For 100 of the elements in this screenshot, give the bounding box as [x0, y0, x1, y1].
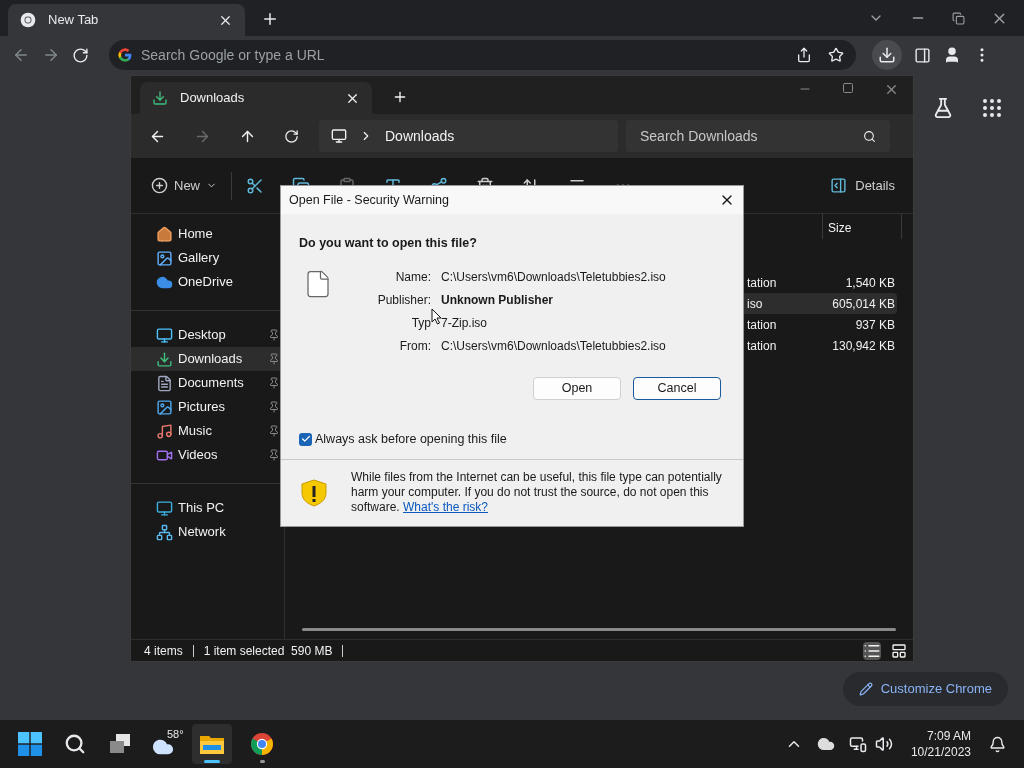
dialog-button[interactable]: Open [533, 376, 621, 400]
downloads-button[interactable] [872, 40, 902, 70]
reload-icon[interactable] [72, 46, 89, 64]
share-icon[interactable] [796, 47, 812, 63]
volume-icon[interactable] [874, 735, 893, 753]
computer-icon [331, 128, 347, 144]
field-value: 7-Zip.iso [441, 315, 487, 333]
status-text: 4 items [144, 642, 183, 660]
search-field[interactable]: Search Downloads [626, 120, 890, 152]
explorer-tab[interactable]: Downloads [140, 82, 372, 114]
computer-icon [156, 499, 173, 517]
tab-title: New Tab [48, 11, 100, 30]
new-tab-icon[interactable] [392, 89, 408, 105]
pictures-icon [156, 398, 173, 416]
network-icon [156, 523, 173, 541]
address-placeholder: Search Google or type a URL [141, 45, 326, 65]
pencil-icon [858, 682, 873, 696]
maximize-icon[interactable] [842, 82, 854, 94]
details-pane-icon [830, 177, 848, 194]
customize-chrome-button[interactable]: Customize Chrome [842, 672, 1008, 706]
home-icon [156, 225, 173, 243]
field-label: Name: [395, 269, 431, 287]
time: 7:09 AM [926, 728, 971, 744]
dialog-button[interactable]: Cancel [633, 376, 721, 400]
sidebar-item[interactable]: Videos [131, 443, 284, 467]
file-size: 937 KB [854, 316, 896, 334]
new-button[interactable]: New [151, 175, 217, 196]
file-type: tation [747, 337, 778, 355]
apps-icon[interactable] [980, 96, 1004, 120]
breadcrumb-bar[interactable]: Downloads [319, 120, 618, 152]
file-size: 130,942 KB [831, 337, 896, 355]
sidebar-item[interactable]: Music [131, 419, 284, 443]
breadcrumb-item[interactable]: Downloads [385, 125, 455, 147]
tab-title: Downloads [180, 89, 246, 108]
checkbox[interactable] [299, 432, 312, 446]
sidebar-item[interactable]: Home [131, 222, 284, 246]
dialog-question: Do you want to open this file? [299, 235, 478, 252]
details-view-icon[interactable] [863, 641, 881, 660]
taskbar-app[interactable] [192, 724, 232, 764]
new-tab-icon[interactable] [261, 10, 279, 28]
task-view-icon[interactable] [108, 733, 132, 755]
dialog-title: Open File - Security Warning [289, 191, 450, 209]
field-label: Typ [411, 315, 431, 333]
notifications-icon[interactable] [989, 735, 1006, 753]
download-icon [152, 90, 168, 106]
risk-link[interactable]: What's the risk? [403, 500, 488, 515]
refresh-icon[interactable] [284, 128, 299, 144]
download-icon [156, 350, 173, 368]
checkbox-label: Always ask before opening this file [315, 430, 507, 448]
field-label: From: [399, 338, 431, 356]
search-icon[interactable] [64, 733, 86, 755]
date: 10/21/2023 [910, 744, 971, 760]
windows-start-icon[interactable] [18, 732, 42, 756]
search-icon [863, 129, 876, 143]
music-icon [156, 422, 173, 440]
field-value: Unknown Publisher [441, 292, 553, 310]
cut-icon[interactable] [246, 176, 264, 195]
sidebar-item[interactable]: Network [131, 520, 284, 544]
file-type: tation [747, 274, 778, 292]
search-placeholder: Search Downloads [640, 126, 759, 146]
clock[interactable]: 7:09 AM 10/21/2023 [910, 728, 971, 760]
chrome-logo-icon [20, 12, 36, 28]
file-type: iso [747, 295, 764, 313]
shield-warning-icon [299, 477, 329, 508]
desktop-icon [156, 326, 173, 344]
flask-icon[interactable] [932, 97, 954, 119]
field-label: Publisher: [377, 292, 431, 310]
weather-widget[interactable]: 58° [152, 730, 182, 758]
sidebar-item[interactable]: This PC [131, 496, 284, 520]
address-bar[interactable]: Search Google or type a URL [109, 40, 856, 70]
forward-icon[interactable] [42, 46, 60, 64]
side-panel-icon[interactable] [914, 46, 931, 64]
field-value: C:\Users\vm6\Downloads\Teletubbies2.iso [441, 338, 666, 356]
field-value: C:\Users\vm6\Downloads\Teletubbies2.iso [441, 269, 666, 287]
google-icon [117, 47, 133, 63]
details-button[interactable]: Details [830, 175, 895, 196]
sidebar-item[interactable]: Gallery [131, 246, 284, 270]
network-icon[interactable] [848, 735, 867, 753]
browser-tab[interactable]: New Tab [8, 4, 245, 36]
status-text: 1 item selected 590 MB [203, 642, 333, 660]
profile-icon[interactable] [943, 46, 961, 64]
sidebar-item[interactable]: OneDrive [131, 270, 284, 294]
chrome-logo-icon [250, 732, 274, 756]
warning-text: While files from the Internet can be useful, this file type can potentially harm your computer. If you do not trust the source, do not open this software. What's the risk? [351, 470, 723, 516]
restore-icon[interactable] [952, 11, 965, 25]
folder-icon [199, 733, 225, 755]
download-icon [878, 46, 896, 64]
gallery-icon [156, 249, 173, 267]
sidebar-item[interactable]: Desktop [131, 323, 284, 347]
file-type: tation [747, 316, 778, 334]
sidebar-item[interactable]: Documents [131, 371, 284, 395]
document-icon [156, 374, 173, 392]
sidebar-item[interactable]: Pictures [131, 395, 284, 419]
column-header[interactable]: Size [823, 214, 902, 239]
tiles-view-icon[interactable] [891, 642, 907, 659]
cloud-icon[interactable] [816, 735, 835, 753]
plus-icon [151, 177, 168, 194]
file-size: 1,540 KB [844, 274, 896, 292]
star-icon[interactable] [828, 47, 844, 63]
file-size: 605,014 KB [831, 295, 896, 313]
